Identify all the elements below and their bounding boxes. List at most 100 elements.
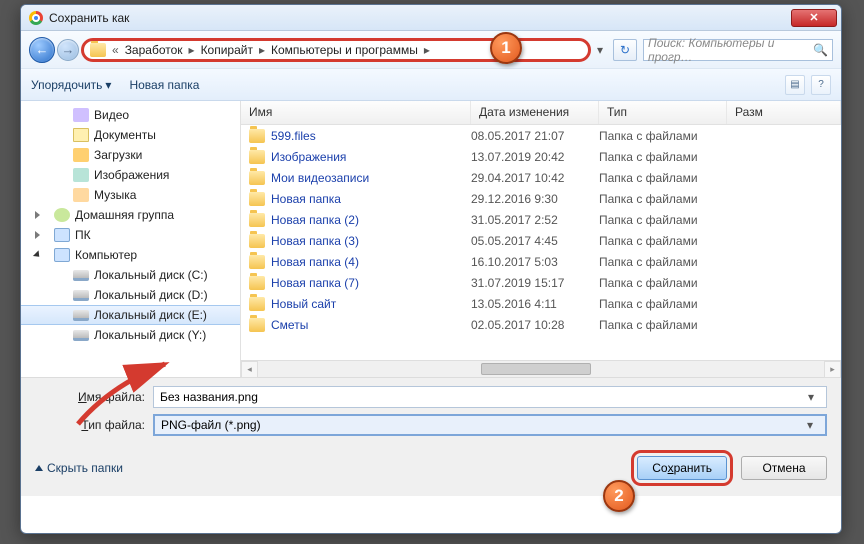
tree-item[interactable]: Изображения <box>21 165 240 185</box>
file-row[interactable]: Мои видеозаписи29.04.2017 10:42Папка с ф… <box>241 167 841 188</box>
tree-item-label: Документы <box>94 128 156 142</box>
new-folder-button[interactable]: Новая папка <box>129 78 199 92</box>
tree-item-label: Локальный диск (Y:) <box>94 328 206 342</box>
file-type: Папка с файлами <box>599 234 727 248</box>
file-row[interactable]: Новая папка (4)16.10.2017 5:03Папка с фа… <box>241 251 841 272</box>
tree-item-label: Видео <box>94 108 129 122</box>
folder-icon <box>249 150 265 164</box>
file-row[interactable]: Сметы02.05.2017 10:28Папка с файлами <box>241 314 841 335</box>
file-type: Папка с файлами <box>599 318 727 332</box>
column-headers[interactable]: Имя Дата изменения Тип Разм <box>241 101 841 125</box>
file-name: Новая папка <box>271 192 341 206</box>
col-name[interactable]: Имя <box>241 101 471 124</box>
tree-item-label: Музыка <box>94 188 136 202</box>
folder-icon <box>249 276 265 290</box>
file-name: Изображения <box>271 150 346 164</box>
folder-icon <box>249 255 265 269</box>
file-type: Папка с файлами <box>599 276 727 290</box>
filename-input[interactable]: Без названия.png▾ <box>153 386 827 408</box>
dl-icon <box>73 148 89 162</box>
tree-item-label: Локальный диск (E:) <box>94 308 207 322</box>
tree-item[interactable]: Документы <box>21 125 240 145</box>
video-icon <box>73 108 89 122</box>
folder-tree[interactable]: Видео Документы ЗагрузкиИзображения Музыка Д… <box>21 101 241 377</box>
toolbar: Упорядочить ▾ Новая папка ▤ ? <box>21 69 841 101</box>
file-date: 31.05.2017 2:52 <box>471 213 599 227</box>
breadcrumb-seg[interactable]: Копирайт <box>197 43 257 57</box>
horizontal-scrollbar[interactable]: ◂ ▸ <box>241 360 841 377</box>
breadcrumb-seg[interactable]: Компьютеры и программы <box>267 43 422 57</box>
tree-item[interactable]: ПК <box>21 225 240 245</box>
tree-item[interactable]: Компьютер <box>21 245 240 265</box>
file-type: Папка с файлами <box>599 192 727 206</box>
file-type: Папка с файлами <box>599 213 727 227</box>
back-button[interactable]: ← <box>29 37 55 63</box>
file-row[interactable]: Изображения13.07.2019 20:42Папка с файла… <box>241 146 841 167</box>
help-button[interactable]: ? <box>811 75 831 95</box>
hide-folders-toggle[interactable]: Скрыть папки <box>35 461 123 475</box>
drive-icon <box>73 310 89 321</box>
save-button[interactable]: Сохранить <box>637 456 727 480</box>
scroll-right-button[interactable]: ▸ <box>824 361 841 378</box>
filetype-label: Тип файла: <box>35 418 145 432</box>
breadcrumb-prefix: « <box>110 43 121 57</box>
tree-item-label: ПК <box>75 228 91 242</box>
col-date[interactable]: Дата изменения <box>471 101 599 124</box>
file-row[interactable]: 599.files08.05.2017 21:07Папка с файлами <box>241 125 841 146</box>
tree-item[interactable]: Музыка <box>21 185 240 205</box>
file-date: 02.05.2017 10:28 <box>471 318 599 332</box>
tree-item[interactable]: Локальный диск (E:) <box>21 305 240 325</box>
cancel-button[interactable]: Отмена <box>741 456 827 480</box>
file-row[interactable]: Новая папка29.12.2016 9:30Папка с файлам… <box>241 188 841 209</box>
folder-icon <box>249 213 265 227</box>
filetype-select[interactable]: PNG-файл (*.png)▾ <box>153 414 827 436</box>
file-date: 08.05.2017 21:07 <box>471 129 599 143</box>
file-row[interactable]: Новая папка (7)31.07.2019 15:17Папка с ф… <box>241 272 841 293</box>
organize-menu[interactable]: Упорядочить ▾ <box>31 78 111 92</box>
drive-icon <box>73 330 89 341</box>
forward-button[interactable]: → <box>57 39 79 61</box>
file-list-pane: Имя Дата изменения Тип Разм 599.files08.… <box>241 101 841 377</box>
tree-item[interactable]: Видео <box>21 105 240 125</box>
pc-icon <box>54 248 70 262</box>
col-size[interactable]: Разм <box>727 101 841 124</box>
callout-1: 1 <box>490 32 522 64</box>
file-name: Новый сайт <box>271 297 336 311</box>
file-name: Новая папка (2) <box>271 213 359 227</box>
search-input[interactable]: Поиск: Компьютеры и прогр… 🔍 <box>643 39 833 61</box>
close-button[interactable]: ✕ <box>791 9 837 27</box>
breadcrumb-seg[interactable]: Заработок <box>121 43 187 57</box>
folder-icon <box>249 234 265 248</box>
chevron-right-icon: ▸ <box>422 43 432 57</box>
chrome-icon <box>29 11 43 25</box>
file-row[interactable]: Новая папка (2) 31.05.2017 2:52Папка с фа… <box>241 209 841 230</box>
tree-item[interactable]: Локальный диск (Y:) <box>21 325 240 345</box>
file-row[interactable]: Новая папка (3)05.05.2017 4:45Папка с фа… <box>241 230 841 251</box>
view-options-button[interactable]: ▤ <box>785 75 805 95</box>
file-date: 29.04.2017 10:42 <box>471 171 599 185</box>
refresh-button[interactable]: ↻ <box>613 39 637 61</box>
folder-icon <box>249 171 265 185</box>
folder-icon <box>90 43 106 57</box>
file-name: Новая папка (3) <box>271 234 359 248</box>
file-name: Новая папка (4) <box>271 255 359 269</box>
save-button-highlight: Сохранить <box>631 450 733 486</box>
music-icon <box>73 188 89 202</box>
scrollbar-thumb[interactable] <box>481 363 591 375</box>
drive-icon <box>73 290 89 301</box>
save-as-dialog: Сохранить как ✕ ← → « Заработок ▸ Копира… <box>20 4 842 534</box>
file-date: 16.10.2017 5:03 <box>471 255 599 269</box>
breadcrumb-dropdown[interactable]: ▾ <box>593 43 607 57</box>
file-rows: 599.files08.05.2017 21:07Папка с файлами… <box>241 125 841 360</box>
tree-item[interactable]: Локальный диск (D:) <box>21 285 240 305</box>
pc-icon <box>54 228 70 242</box>
folder-icon <box>249 129 265 143</box>
scroll-left-button[interactable]: ◂ <box>241 361 258 378</box>
col-type[interactable]: Тип <box>599 101 727 124</box>
tree-item[interactable]: Локальный диск (C:) <box>21 265 240 285</box>
folder-icon <box>249 297 265 311</box>
file-row[interactable]: Новый сайт13.05.2016 4:11Папка с файлами <box>241 293 841 314</box>
filename-label: Имя файла: <box>35 390 145 404</box>
tree-item[interactable]: Загрузки <box>21 145 240 165</box>
tree-item[interactable]: Домашняя группа <box>21 205 240 225</box>
